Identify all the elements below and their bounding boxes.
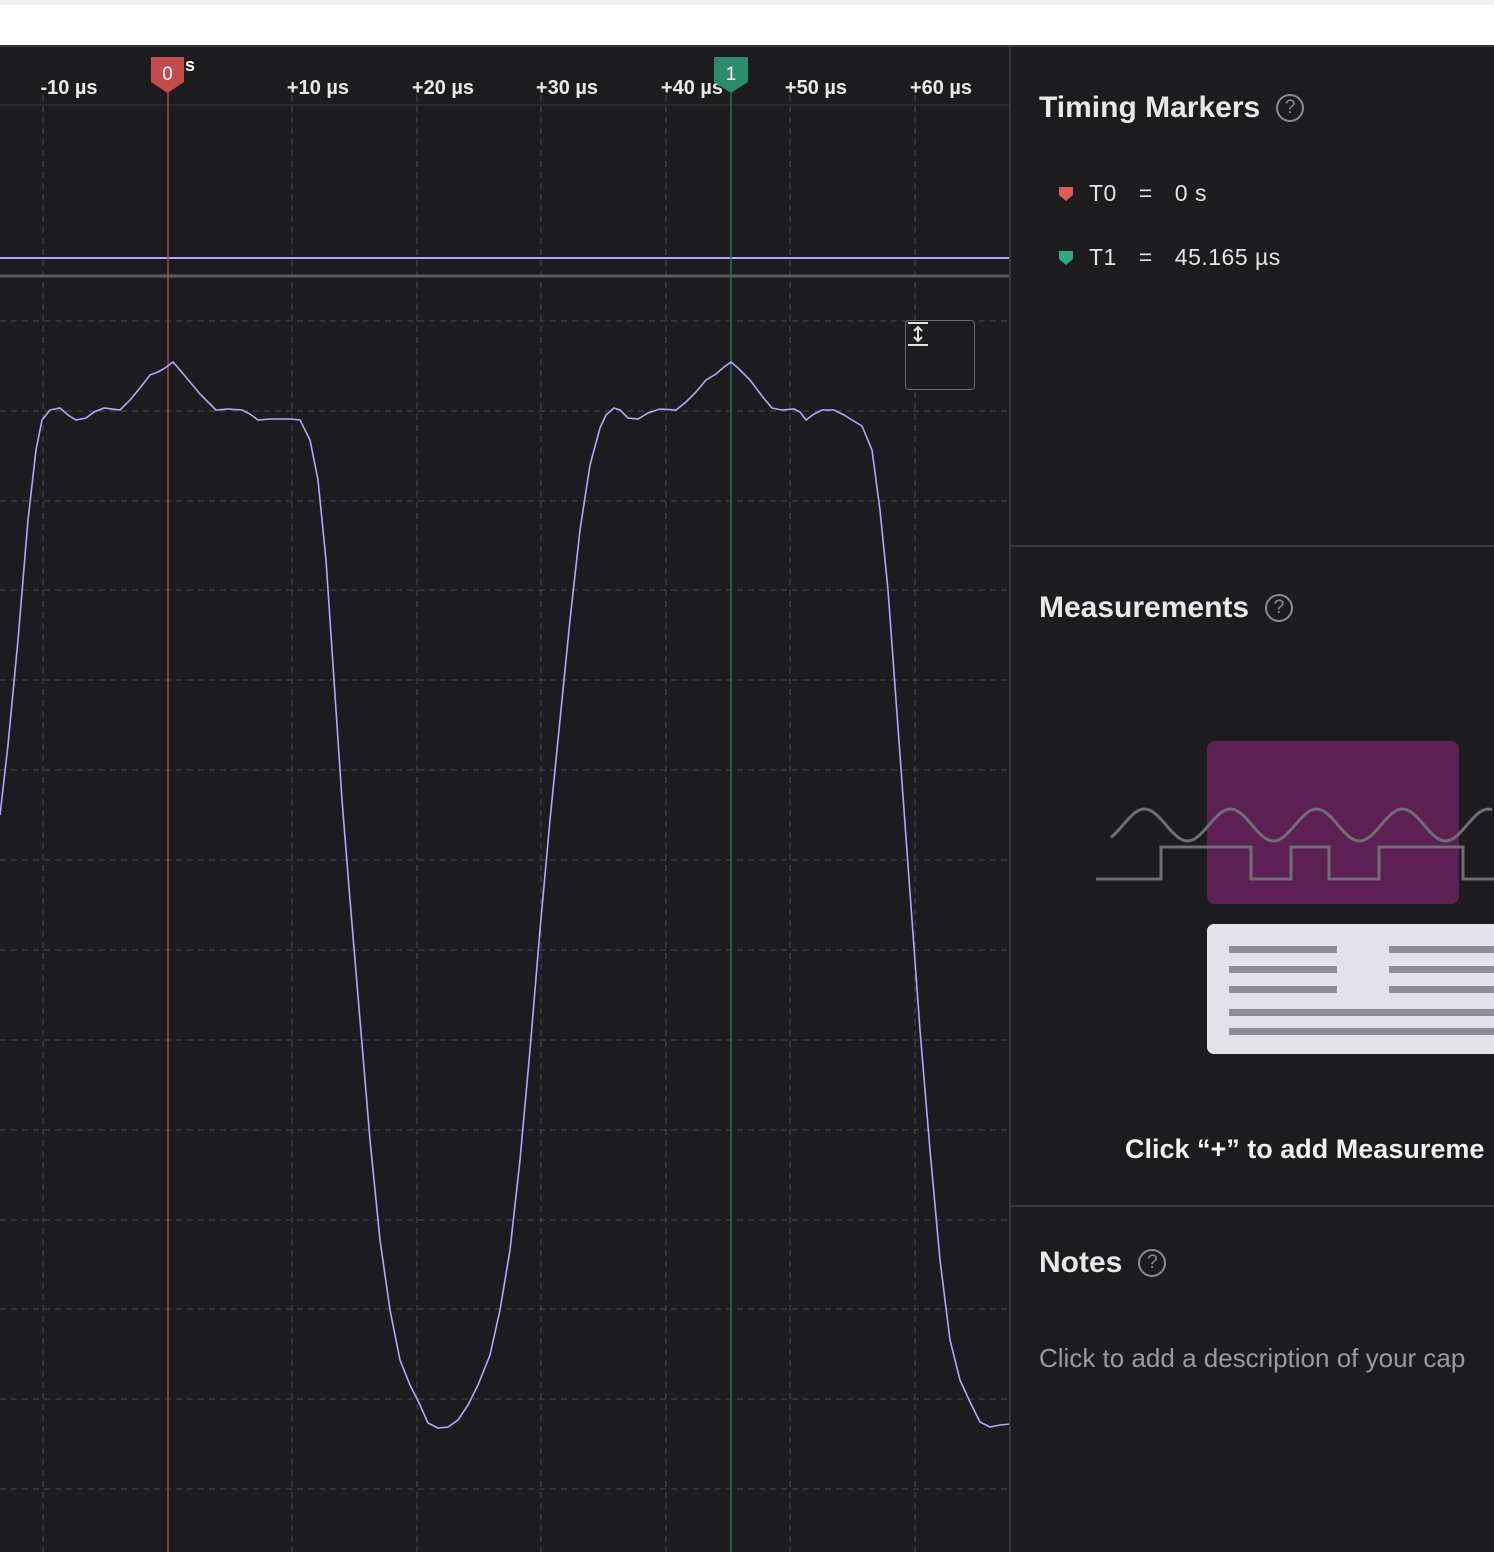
analog-waveform bbox=[0, 360, 1010, 1429]
marker-t0-flag[interactable]: 0 bbox=[151, 57, 184, 93]
section-divider bbox=[1011, 1205, 1494, 1207]
time-tick-label: -10 µs bbox=[40, 77, 97, 99]
marker-value: 45.165 µs bbox=[1174, 244, 1281, 270]
fit-vertical-button[interactable] bbox=[905, 320, 975, 390]
help-icon[interactable]: ? bbox=[1138, 1249, 1167, 1277]
time-tick-label: +30 µs bbox=[536, 77, 598, 99]
time-tick-label: +50 µs bbox=[785, 77, 847, 99]
marker-equals: = bbox=[1138, 180, 1153, 206]
waveform-canvas[interactable]: -10 µs +10 µs +20 µs +30 µs +40 µs +50 µs +60 … bbox=[0, 47, 1010, 1552]
marker-value: 0 s bbox=[1174, 180, 1207, 206]
fit-vertical-icon bbox=[908, 322, 928, 346]
notes-header: Notes ? bbox=[1039, 1246, 1167, 1280]
waveform-plot[interactable]: -10 µs +10 µs +20 µs +30 µs +40 µs +50 µs +60 … bbox=[0, 47, 1010, 1552]
timing-markers-title: Timing Markers bbox=[1039, 91, 1261, 124]
measurements-header: Measurements ? bbox=[1039, 591, 1294, 625]
marker-row-t1[interactable]: T1 = 45.165 µs bbox=[1059, 244, 1281, 271]
measurements-title: Measurements bbox=[1039, 591, 1250, 624]
timing-markers-header: Timing Markers ? bbox=[1039, 91, 1305, 125]
measurements-empty-illustration bbox=[1096, 741, 1494, 1054]
time-tick-label: +60 µs bbox=[910, 77, 972, 99]
marker-t0-icon bbox=[1059, 186, 1073, 201]
time-tick-label: +40 µs bbox=[661, 77, 723, 99]
marker-t1-icon bbox=[1059, 250, 1073, 265]
top-strip bbox=[0, 0, 1494, 5]
marker-equals: = bbox=[1138, 244, 1153, 270]
grid-lines bbox=[0, 95, 1010, 1552]
marker-name: T1 bbox=[1089, 244, 1117, 270]
top-toolbar bbox=[0, 0, 1494, 47]
marker-t1-flag-label: 1 bbox=[726, 64, 737, 85]
add-measurement-hint: Click “+” to add Measureme bbox=[1125, 1134, 1485, 1164]
time-origin-unit: s bbox=[185, 55, 195, 75]
notes-input[interactable]: Click to add a description of your cap bbox=[1039, 1343, 1465, 1374]
help-icon[interactable]: ? bbox=[1276, 94, 1305, 122]
marker-name: T0 bbox=[1089, 180, 1117, 206]
marker-t0-flag-label: 0 bbox=[162, 64, 173, 85]
help-icon[interactable]: ? bbox=[1265, 594, 1294, 622]
notes-title: Notes bbox=[1039, 1246, 1123, 1279]
side-panel: Timing Markers ? T0 = 0 s T1 = 45.165 µs… bbox=[1011, 47, 1494, 1552]
time-tick-label: +10 µs bbox=[287, 77, 349, 99]
section-divider bbox=[1011, 545, 1494, 547]
time-tick-label: +20 µs bbox=[412, 77, 474, 99]
marker-row-t0[interactable]: T0 = 0 s bbox=[1059, 180, 1207, 207]
